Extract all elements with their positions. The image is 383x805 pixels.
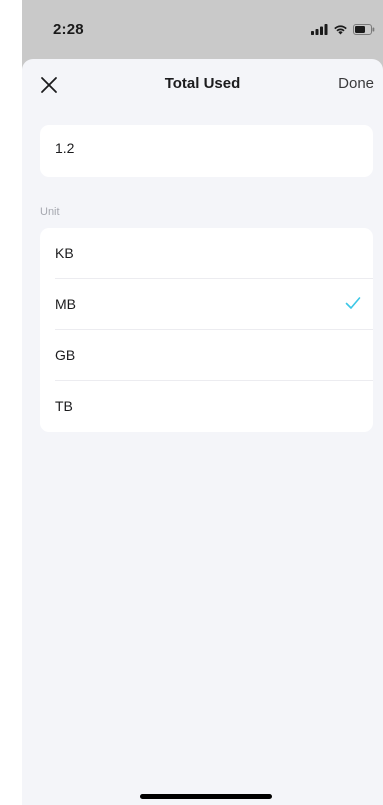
- unit-option-label: GB: [55, 347, 76, 363]
- unit-option-tb[interactable]: TB: [40, 381, 373, 432]
- unit-option-gb[interactable]: GB: [40, 330, 373, 381]
- unit-section-label: Unit: [40, 206, 60, 218]
- nav-bar: Total Used Done: [22, 59, 383, 111]
- checkmark-icon: [345, 297, 361, 309]
- status-time: 2:28: [53, 21, 84, 38]
- done-button[interactable]: Done: [338, 75, 374, 92]
- battery-icon: [353, 24, 375, 35]
- unit-option-label: MB: [55, 296, 76, 312]
- modal-sheet: Total Used Done Unit KB MB GB: [22, 59, 383, 805]
- status-bar: 2:28: [22, 0, 383, 62]
- unit-option-label: KB: [55, 245, 74, 261]
- phone-screen: 2:28 Total Used Done 1.2 Unit KB MB GB T…: [22, 0, 383, 805]
- home-indicator[interactable]: [140, 794, 272, 799]
- unit-option-kb[interactable]: KB: [40, 228, 373, 279]
- status-icons: [311, 24, 375, 35]
- total-used-input[interactable]: [55, 140, 355, 156]
- cellular-signal-icon: [311, 24, 328, 35]
- page-title: Total Used: [164, 75, 241, 92]
- value-field-card: [40, 125, 373, 177]
- unit-option-label: TB: [55, 398, 73, 414]
- wifi-icon: [334, 25, 347, 35]
- unit-option-mb[interactable]: MB: [40, 279, 373, 330]
- unit-options-list: KB MB GB TB: [40, 228, 373, 432]
